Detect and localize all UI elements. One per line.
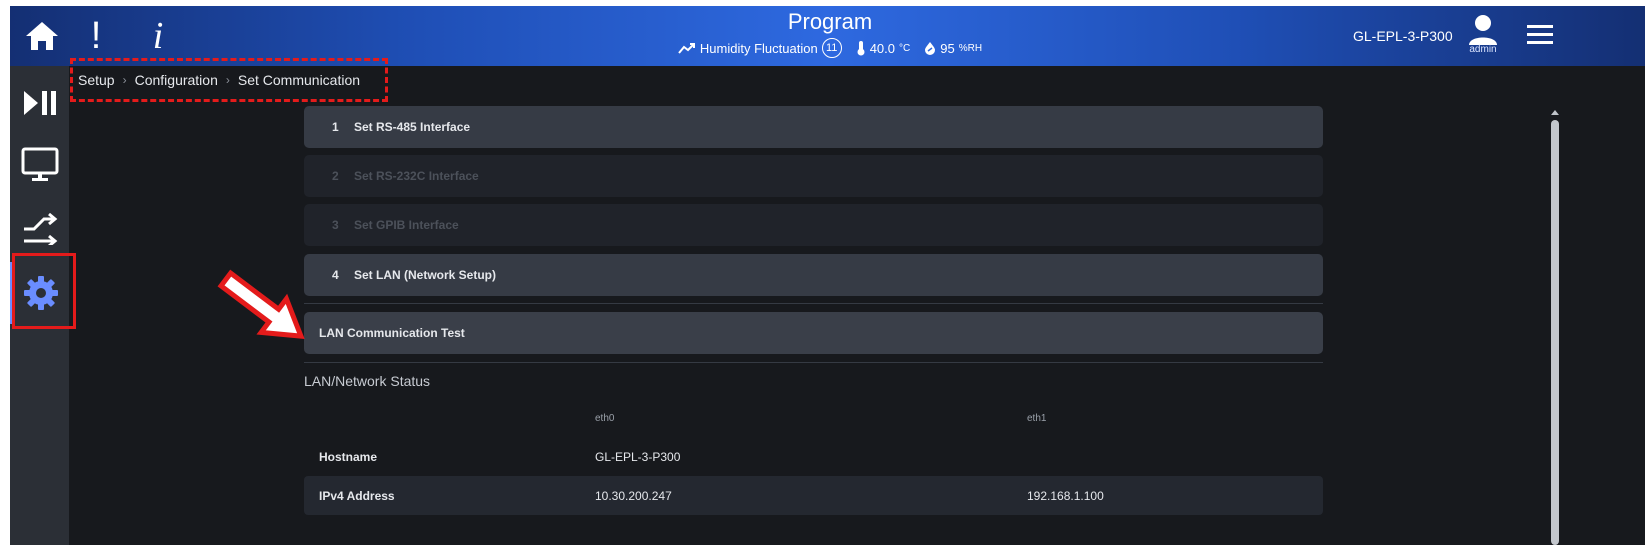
menu-item-number: 2 bbox=[332, 169, 339, 183]
device-id: GL-EPL-3-P300 bbox=[1353, 28, 1453, 44]
alert-button[interactable]: ! bbox=[80, 6, 112, 66]
home-icon bbox=[26, 22, 58, 50]
lan-communication-test-button[interactable]: LAN Communication Test bbox=[304, 312, 1323, 354]
menu-item-number: 3 bbox=[332, 218, 339, 232]
menu-item-label: Set GPIB Interface bbox=[354, 218, 459, 232]
user-icon bbox=[1469, 15, 1497, 45]
cell-eth0: 10.30.200.247 bbox=[595, 488, 672, 503]
network-status-title: LAN/Network Status bbox=[304, 373, 431, 389]
sidebar-item-play-pause[interactable] bbox=[10, 72, 69, 134]
transfer-icon bbox=[23, 213, 57, 245]
temperature-status: 40.0 °C bbox=[856, 40, 911, 56]
cell-eth0: GL-EPL-3-P300 bbox=[595, 449, 681, 464]
row-label: IPv4 Address bbox=[319, 488, 395, 503]
annotation-highlight-setup bbox=[12, 253, 76, 329]
humidity-status: 95 %RH bbox=[924, 41, 982, 56]
menu-item-number: 1 bbox=[332, 120, 339, 134]
user-name: admin bbox=[1469, 44, 1497, 55]
program-name: Humidity Fluctuation bbox=[699, 40, 818, 56]
thermometer-icon bbox=[857, 41, 865, 56]
trend-icon bbox=[678, 43, 695, 54]
menu-item-label: Set RS-485 Interface bbox=[354, 120, 471, 134]
divider bbox=[304, 362, 1323, 363]
page-title: Program bbox=[787, 9, 873, 34]
cell-eth1: 192.168.1.100 bbox=[1027, 488, 1104, 503]
play-pause-icon bbox=[23, 91, 56, 115]
menu-icon bbox=[1527, 25, 1553, 44]
menu-item-rs232c: 2 Set RS-232C Interface bbox=[304, 155, 1323, 197]
temperature-value: 40.0 bbox=[869, 40, 896, 56]
droplet-icon bbox=[925, 42, 936, 55]
menu-item-gpib: 3 Set GPIB Interface bbox=[304, 204, 1323, 246]
info-icon: i bbox=[152, 15, 164, 57]
step-number: 11 bbox=[821, 38, 842, 58]
exclamation-icon: ! bbox=[90, 14, 102, 57]
sidebar-item-monitor[interactable] bbox=[10, 134, 69, 196]
annotation-highlight-breadcrumb bbox=[70, 58, 388, 102]
table-header-row: eth0 eth1 bbox=[304, 399, 1323, 437]
monitor-icon bbox=[21, 147, 58, 181]
temperature-unit: °C bbox=[899, 42, 911, 54]
hamburger-menu-button[interactable] bbox=[1525, 20, 1555, 50]
sidebar-item-transfer[interactable] bbox=[10, 198, 69, 260]
menu-item-label: Set RS-232C Interface bbox=[354, 169, 479, 183]
scroll-up-arrow[interactable] bbox=[1551, 110, 1559, 115]
home-button[interactable] bbox=[18, 6, 66, 66]
menu-item-lan[interactable]: 4 Set LAN (Network Setup) bbox=[304, 254, 1323, 296]
header-bar: ! i Program Humidity Fluctuation 11 40.0… bbox=[10, 6, 1645, 66]
column-header-eth1: eth1 bbox=[1027, 412, 1047, 424]
table-row: Hostname GL-EPL-3-P300 bbox=[304, 437, 1323, 476]
title-block: Program Humidity Fluctuation 11 40.0°C bbox=[530, 8, 1130, 58]
app-window: ! i Program Humidity Fluctuation 11 40.0… bbox=[10, 6, 1645, 545]
column-header-eth0: eth0 bbox=[595, 412, 615, 424]
info-button[interactable]: i bbox=[142, 6, 174, 66]
table-row: IPv4 Address 10.30.200.247 192.168.1.100 bbox=[304, 476, 1323, 515]
scrollbar-thumb[interactable] bbox=[1551, 120, 1559, 545]
status-line: Humidity Fluctuation 11 40.0 °C 95 %RH bbox=[530, 38, 1130, 58]
menu-item-label: Set LAN (Network Setup) bbox=[354, 268, 497, 282]
annotation-arrow-icon bbox=[217, 269, 305, 339]
network-status-table: eth0 eth1 Hostname GL-EPL-3-P300 IPv4 Ad… bbox=[304, 399, 1323, 515]
humidity-value: 95 bbox=[940, 40, 955, 56]
program-status: Humidity Fluctuation 11 bbox=[678, 38, 842, 58]
user-button[interactable]: admin bbox=[1458, 14, 1508, 64]
divider bbox=[304, 303, 1323, 304]
humidity-unit: %RH bbox=[958, 42, 983, 54]
menu-item-rs485[interactable]: 1 Set RS-485 Interface bbox=[304, 106, 1323, 148]
row-label: Hostname bbox=[319, 449, 378, 464]
